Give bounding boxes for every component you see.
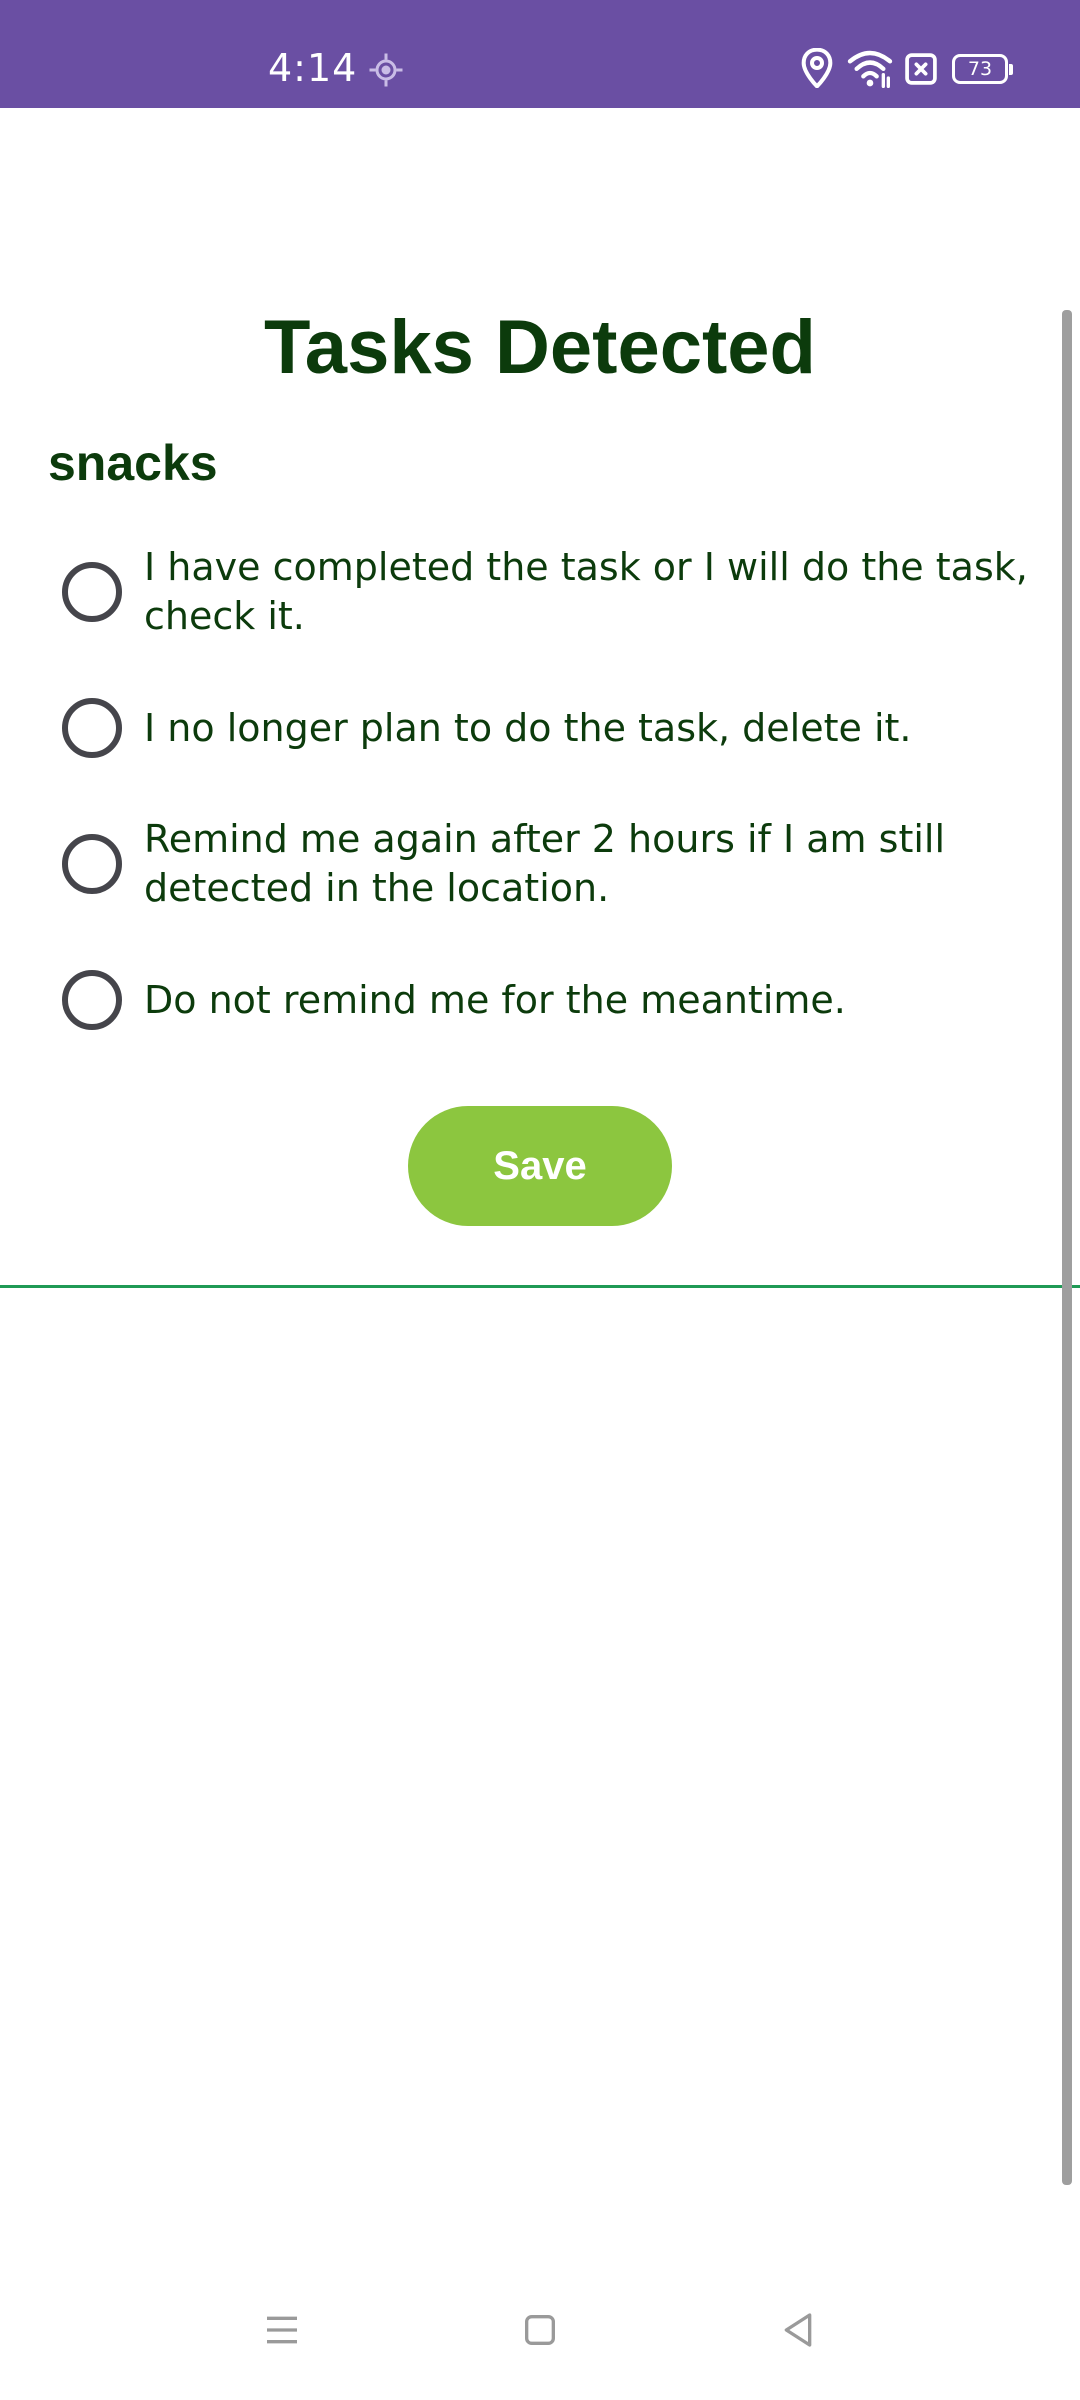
status-time: 4:14 — [268, 46, 358, 90]
option-remind-later[interactable]: Remind me again after 2 hours if I am st… — [62, 812, 1042, 916]
page-title: Tasks Detected — [264, 305, 816, 390]
option-label: I no longer plan to do the task, delete … — [144, 705, 912, 750]
menu-icon[interactable] — [262, 2310, 302, 2350]
radio-button-icon[interactable] — [62, 970, 122, 1030]
back-icon[interactable] — [778, 2310, 818, 2350]
radio-button-icon[interactable] — [62, 834, 122, 894]
option-do-not-remind[interactable]: Do not remind me for the meantime. — [62, 948, 1042, 1052]
home-icon[interactable] — [520, 2310, 560, 2350]
location-pin-icon — [801, 48, 833, 88]
screen: 4:14 73 Tasks Detected snacks I have com… — [0, 0, 1080, 2400]
battery-icon: 73 — [952, 54, 1013, 84]
option-label: Remind me again after 2 hours if I am st… — [144, 817, 946, 910]
option-complete-task[interactable]: I have completed the task or I will do t… — [62, 540, 1042, 644]
sim-card-icon — [905, 53, 937, 85]
navigation-bar — [0, 2270, 1080, 2400]
radio-button-icon[interactable] — [62, 698, 122, 758]
location-target-icon — [369, 53, 403, 87]
wifi-icon — [847, 50, 893, 88]
option-delete-task[interactable]: I no longer plan to do the task, delete … — [62, 676, 1042, 780]
task-name: snacks — [48, 435, 218, 491]
save-button[interactable]: Save — [408, 1106, 672, 1226]
option-label: Do not remind me for the meantime. — [144, 977, 846, 1022]
status-bar: 4:14 73 — [0, 0, 1080, 108]
radio-button-icon[interactable] — [62, 562, 122, 622]
options-radio-group: I have completed the task or I will do t… — [62, 540, 1042, 1052]
scrollbar[interactable] — [1062, 310, 1072, 2185]
divider — [0, 1285, 1080, 1288]
option-label: I have completed the task or I will do t… — [144, 545, 1028, 638]
